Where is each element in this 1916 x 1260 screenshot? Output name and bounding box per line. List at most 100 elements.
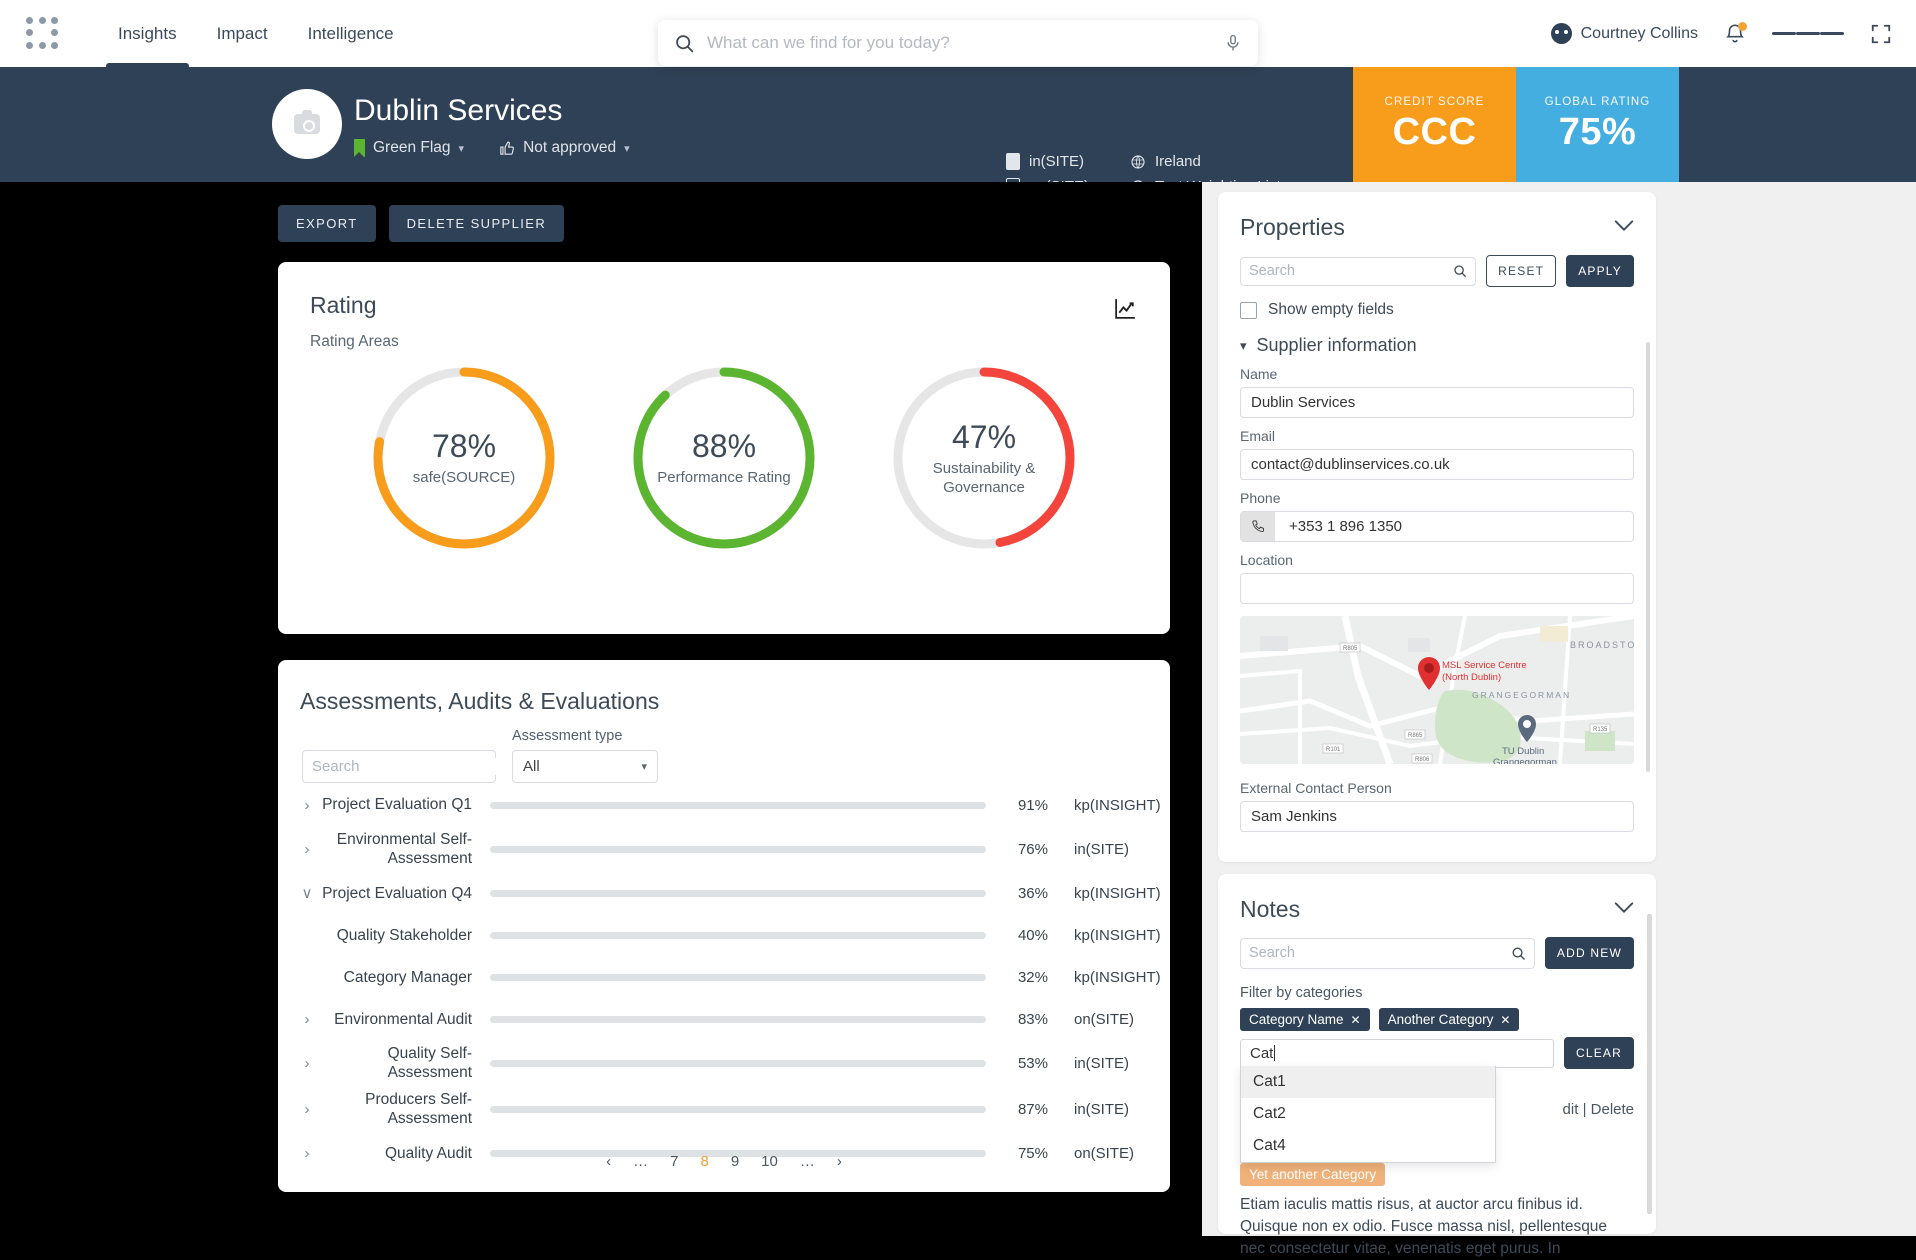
user-menu[interactable]: Courtney Collins: [1550, 23, 1698, 44]
nav-item-intelligence[interactable]: Intelligence: [288, 0, 414, 67]
assessments-card-title: Assessments, Audits & Evaluations: [300, 688, 660, 714]
location-input[interactable]: [1240, 573, 1634, 604]
phone-field[interactable]: +353 1 896 1350: [1240, 511, 1634, 542]
chevron-right-icon[interactable]: ›: [296, 797, 318, 814]
notifications-button[interactable]: [1724, 22, 1747, 45]
chevron-down-icon[interactable]: [1614, 219, 1634, 237]
chevron-down-icon: ▾: [641, 761, 647, 773]
hamburger-menu-icon[interactable]: [1772, 27, 1844, 40]
chevron-down-icon[interactable]: ∨: [296, 884, 318, 902]
pagination-page[interactable]: 10: [761, 1153, 778, 1170]
nav-item-impact[interactable]: Impact: [197, 0, 288, 67]
meta-country[interactable]: Ireland: [1130, 153, 1281, 170]
assessment-row[interactable]: Category Manager 32% kp(INSIGHT): [296, 960, 1161, 994]
notes-search-input[interactable]: [1249, 945, 1511, 961]
assessment-row[interactable]: Quality Stakeholder 40% kp(INSIGHT): [296, 918, 1161, 952]
search-input[interactable]: [707, 33, 1224, 53]
email-field[interactable]: contact@dublinservices.co.uk: [1240, 449, 1634, 480]
assessment-row[interactable]: › Producers Self-Assessment 87% in(SITE): [296, 1090, 1152, 1128]
chevron-down-icon[interactable]: [1614, 901, 1634, 919]
properties-card: Properties RESET APPLY Show empty fields…: [1218, 192, 1656, 862]
notes-search[interactable]: [1240, 937, 1535, 969]
assessment-row[interactable]: › Quality Self-Assessment 53% in(SITE): [296, 1044, 1152, 1082]
assessment-percent: 83%: [1017, 1010, 1048, 1028]
approval-dropdown[interactable]: Not approved ▾: [498, 139, 630, 157]
edit-note-link[interactable]: dit: [1563, 1101, 1579, 1118]
chevron-right-icon[interactable]: ›: [296, 1101, 318, 1118]
assessments-search-input[interactable]: [312, 758, 511, 775]
supplier-photo-placeholder[interactable]: [272, 89, 342, 159]
pagination-page[interactable]: …: [800, 1153, 815, 1170]
assessment-row[interactable]: › Project Evaluation Q1 91% kp(INSIGHT): [296, 788, 1161, 822]
global-rating-label: GLOBAL RATING: [1544, 95, 1651, 108]
category-option[interactable]: Cat1: [1241, 1066, 1495, 1098]
supplier-information-group-toggle[interactable]: ▾ Supplier information: [1218, 319, 1656, 356]
svg-text:R135: R135: [1593, 727, 1608, 733]
chevron-right-icon[interactable]: ›: [296, 1011, 318, 1028]
globe-icon: [1131, 154, 1145, 169]
properties-search[interactable]: [1240, 256, 1477, 286]
clear-categories-button[interactable]: CLEAR: [1563, 1037, 1634, 1069]
show-empty-fields-checkbox[interactable]: [1240, 301, 1257, 319]
grid-dots-icon[interactable]: [26, 16, 60, 51]
pagination: ‹ … 7 8 9 10 … ›: [278, 1153, 1170, 1170]
donut-gauge: [373, 367, 555, 549]
note-category-chip[interactable]: Yet another Category: [1240, 1163, 1386, 1186]
assessment-type-value: All: [523, 758, 540, 775]
global-search[interactable]: [658, 20, 1258, 66]
assessment-type-group: Assessment type All ▾: [512, 728, 658, 783]
assessments-search[interactable]: [302, 750, 511, 783]
svg-text:R101: R101: [1326, 747, 1341, 753]
properties-reset-button[interactable]: RESET: [1486, 255, 1557, 287]
assessment-row[interactable]: ∨ Project Evaluation Q4 36% kp(INSIGHT): [296, 876, 1161, 910]
primary-nav: Insights Impact Intelligence: [98, 0, 414, 67]
category-option[interactable]: Cat4: [1241, 1130, 1495, 1162]
nav-item-insights[interactable]: Insights: [98, 0, 197, 67]
document-check-icon: [1006, 153, 1020, 170]
close-icon[interactable]: ✕: [1351, 1013, 1361, 1027]
location-map[interactable]: R805 R101 R865 R806 R135 BROADSTO GRANGE…: [1240, 616, 1634, 764]
category-input[interactable]: Cat: [1240, 1038, 1554, 1068]
donut-gauge: [633, 367, 815, 549]
microphone-icon[interactable]: [1224, 33, 1242, 53]
chevron-right-icon[interactable]: ›: [296, 1055, 318, 1072]
category-chip[interactable]: Another Category ✕: [1378, 1008, 1520, 1031]
assessments-filters: Assessment type All ▾: [302, 728, 658, 783]
chart-trend-icon[interactable]: [1113, 296, 1138, 326]
properties-search-input[interactable]: [1249, 263, 1454, 279]
green-flag-dropdown[interactable]: Green Flag ▾: [354, 139, 464, 157]
credit-score-value: CCC: [1392, 110, 1477, 153]
pagination-next[interactable]: ›: [837, 1153, 842, 1170]
assessment-progress-track: [490, 801, 986, 809]
assessment-percent: 76%: [1017, 840, 1048, 858]
delete-supplier-button[interactable]: DELETE SUPPLIER: [388, 205, 565, 242]
properties-scrollbar[interactable]: [1646, 342, 1650, 772]
notes-scrollbar[interactable]: [1647, 914, 1652, 1214]
category-option[interactable]: Cat2: [1241, 1098, 1495, 1130]
pagination-page[interactable]: 8: [700, 1153, 708, 1170]
field-label: Name: [1240, 366, 1278, 382]
assessment-row[interactable]: › Environmental Audit 83% on(SITE): [296, 1002, 1152, 1036]
notes-header: Notes: [1218, 874, 1656, 923]
assessment-type-select[interactable]: All ▾: [512, 750, 658, 783]
pagination-prev[interactable]: ‹: [606, 1153, 611, 1170]
notification-badge: [1738, 22, 1747, 31]
close-icon[interactable]: ✕: [1500, 1013, 1510, 1027]
properties-apply-button[interactable]: APPLY: [1566, 255, 1634, 287]
delete-note-link[interactable]: Delete: [1591, 1101, 1634, 1118]
chevron-right-icon[interactable]: ›: [296, 841, 318, 858]
export-button[interactable]: EXPORT: [278, 205, 376, 242]
assessment-name: Environmental Audit: [334, 1010, 472, 1028]
assessment-row[interactable]: › Environmental Self-Assessment 76% in(SITE…: [296, 830, 1152, 868]
add-new-note-button[interactable]: ADD NEW: [1544, 937, 1634, 969]
credit-score-tile: CREDIT SCORE CCC: [1353, 67, 1516, 182]
pagination-page[interactable]: …: [633, 1153, 648, 1170]
pagination-page[interactable]: 7: [670, 1153, 678, 1170]
name-input[interactable]: Dublin Services: [1240, 387, 1634, 418]
meta-insite[interactable]: in(SITE): [1006, 153, 1116, 170]
assessments-list: › Project Evaluation Q1 91% kp(INSIGHT) › Env…: [296, 788, 1161, 1178]
external-contact-input[interactable]: Sam Jenkins: [1240, 801, 1634, 832]
category-chip[interactable]: Category Name ✕: [1240, 1008, 1370, 1031]
fullscreen-icon[interactable]: [1870, 23, 1892, 45]
pagination-page[interactable]: 9: [731, 1153, 739, 1170]
